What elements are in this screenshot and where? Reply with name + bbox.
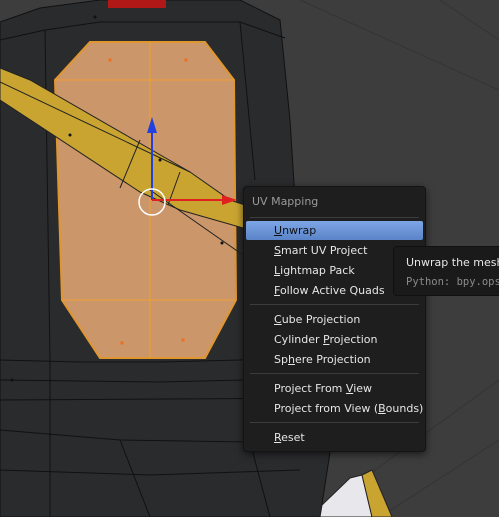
menu-separator: [250, 373, 419, 374]
menu-item-reset[interactable]: Reset: [246, 428, 423, 447]
tooltip-description: Unwrap the mesh o: [406, 256, 499, 269]
menu-item-cube-projection[interactable]: Cube Projection: [246, 310, 423, 329]
uv-mapping-menu: UV Mapping Unwrap Smart UV Project Light…: [243, 186, 426, 452]
menu-item-unwrap[interactable]: Unwrap: [246, 221, 423, 240]
tooltip-python-path: Python: bpy.ops.: [406, 276, 499, 288]
menu-separator: [250, 422, 419, 423]
menu-item-project-from-view-bounds[interactable]: Project from View (Bounds): [246, 399, 423, 418]
menu-item-project-from-view[interactable]: Project From View: [246, 379, 423, 398]
unwrap-tooltip: Unwrap the mesh o Python: bpy.ops.: [393, 246, 499, 296]
menu-title: UV Mapping: [252, 195, 319, 208]
red-cap: [108, 0, 166, 8]
menu-separator: [250, 217, 419, 218]
menu-item-cylinder-projection[interactable]: Cylinder Projection: [246, 330, 423, 349]
menu-item-sphere-projection[interactable]: Sphere Projection: [246, 350, 423, 369]
menu-separator: [250, 304, 419, 305]
